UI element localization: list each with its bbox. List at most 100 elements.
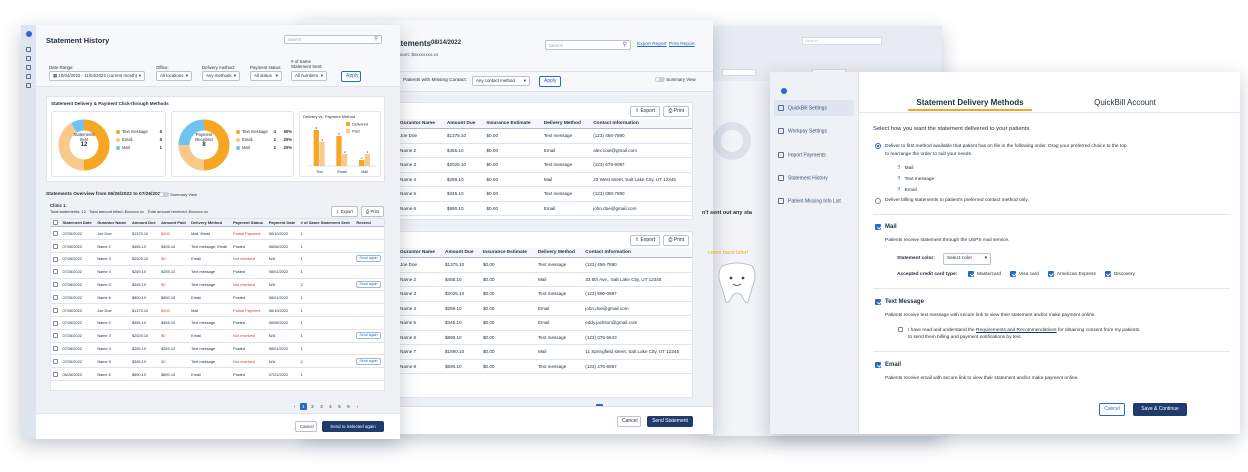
sidebar-item-workpay-settings[interactable]: Workpay Settings [774, 123, 854, 139]
print-report-link[interactable]: Print Report [669, 42, 695, 47]
table-row[interactable]: Joe Doe $1375.10 $0.00 Text message (123) 45… [397, 257, 692, 273]
card-type-option[interactable]: Discovery [1104, 271, 1135, 277]
page-number[interactable]: 6 [345, 403, 352, 410]
table-row[interactable]: 07/26/2022 Name 6 $890.10 $890.10 Email Poste… [51, 290, 384, 305]
drag-handle-icon[interactable]: ⠿ [897, 165, 901, 171]
tab-quickbill-account[interactable]: QuickBill Account [1070, 98, 1180, 107]
send-statement-button[interactable]: Send Statement [647, 416, 693, 427]
card-type-checkbox[interactable] [968, 271, 974, 277]
export-button[interactable]: ⇧ Export [629, 106, 660, 117]
option-first-available[interactable]: Deliver to first method available that p… [875, 143, 1205, 159]
table-row[interactable]: Name 8 $690.10 $0.00 Text message (123) 476-… [397, 359, 692, 374]
send-again-button[interactable]: Send again [356, 332, 381, 340]
row-checkbox[interactable] [53, 371, 58, 377]
order-item[interactable]: ⠿ Text message [897, 174, 934, 185]
print-button[interactable]: ⎙ Print [663, 106, 689, 117]
card-type-option[interactable]: Visa card [1010, 271, 1039, 277]
export-button-2[interactable]: ⇧ Export [629, 235, 660, 246]
table-row[interactable]: 07/26/2022 Name 4 $259.10 $259.10 Text messa… [51, 342, 384, 356]
sidebar-item-import-payments[interactable]: Import Payments [774, 147, 854, 163]
table-row[interactable]: Name 4 $259.10 $0.00 Mail 23 West street, Sa… [397, 172, 692, 187]
date-range-select[interactable]: ▦ 10/04/2022 - 11/04/2022 (current month… [49, 71, 145, 81]
radio-icon[interactable] [875, 198, 881, 204]
row-checkbox[interactable] [53, 333, 58, 339]
sidebar-item-statement-history[interactable]: Statement History [774, 170, 854, 186]
card-type-option[interactable]: American Express [1047, 271, 1096, 277]
select-all-checkbox[interactable] [53, 220, 58, 226]
missing-contact-select[interactable]: Any contact method ▾ [472, 76, 530, 86]
row-checkbox[interactable] [53, 269, 58, 275]
statement-color-select[interactable]: Select color ▾ [943, 253, 991, 265]
sidebar-item-quickbill-settings[interactable]: QuickBill Settings [774, 100, 854, 117]
text-checkbox[interactable] [875, 299, 881, 305]
send-again-button[interactable]: Send again [356, 357, 381, 365]
send-again-button[interactable]: Send again [356, 255, 381, 263]
row-checkbox[interactable] [53, 359, 58, 365]
mail-checkbox[interactable] [875, 224, 881, 230]
table-row[interactable]: 07/26/2022 Joe Doe $1375.10 $200 Mail Partial… [51, 303, 384, 318]
table-row[interactable]: Name 2 $455.10 $0.00 Email alex.cool@gmail.c… [397, 143, 692, 158]
order-item[interactable]: ⠿ Email [897, 185, 934, 196]
email-checkbox[interactable] [875, 362, 881, 368]
option-preferred[interactable]: Deliver billing statements to patient's … [875, 198, 1029, 204]
card-type-checkbox[interactable] [1047, 271, 1054, 277]
requirements-link[interactable]: Requirements and Recommendations [976, 328, 1057, 333]
table-row[interactable]: Name 6 $890.10 $0.00 Email john.doe@gmail.co… [397, 201, 692, 216]
cancel-button[interactable]: Cancel [1099, 403, 1125, 416]
payment-status-select[interactable]: All status ▾ [250, 71, 282, 81]
prev-page-icon[interactable]: ‹ [291, 403, 298, 410]
tab-delivery-methods[interactable]: Statement Delivery Methods [908, 98, 1032, 107]
drag-handle-icon[interactable]: ⠿ [897, 187, 901, 193]
cancel-button[interactable]: Cancel [295, 421, 317, 432]
summary-view-toggle[interactable]: Summary View [655, 77, 696, 83]
order-item[interactable]: ⠿ Mail [897, 163, 934, 174]
delivery-method-select[interactable]: Any methods ▾ [202, 71, 240, 81]
table-row[interactable]: 07/26/2022 Name 2 $455.10 $455.10 Text messa… [51, 316, 384, 330]
table-row[interactable]: Name 2 $455.10 $0.00 Mail 33 5th Ave., Salt … [397, 272, 692, 287]
table-row[interactable]: Name 7 $1890.10 $0.00 Mail 11 Springfield st… [397, 344, 692, 360]
row-checkbox[interactable] [53, 256, 58, 262]
row-checkbox[interactable] [53, 231, 58, 237]
page-number[interactable]: 1 [300, 403, 307, 410]
table-row[interactable]: 07/26/2022 Name 3 $2025.10 $0 Email Not recei… [51, 252, 384, 266]
nav-icon-3[interactable] [26, 65, 31, 70]
nav-icon-1[interactable] [26, 47, 31, 52]
page-number[interactable]: 2 [309, 403, 316, 410]
save-continue-button[interactable]: Save & Continue [1133, 403, 1187, 416]
table-row[interactable]: Name 5 $345.10 $0.00 Email eddy.jackson@gmai… [397, 315, 692, 331]
office-select[interactable]: All locations ▾ [156, 71, 192, 81]
page-number[interactable]: 4 [327, 403, 334, 410]
row-checkbox[interactable] [53, 307, 58, 313]
send-again-button[interactable]: Send again [356, 281, 381, 289]
cancel-button[interactable]: Cancel [617, 416, 641, 427]
card-type-checkbox[interactable] [1010, 271, 1016, 277]
table-row[interactable]: 07/26/2022 Name 2 $455.10 $455.10 Text messa… [51, 239, 384, 254]
send-selected-button[interactable]: Send to Selected again [322, 421, 384, 432]
row-checkbox[interactable] [53, 320, 58, 326]
table-row[interactable]: 07/26/2022 Name 3 $2025.10 $0 Email Not recei… [51, 329, 384, 343]
table-row[interactable]: Name 3 $2025.10 $0.00 Text message (123) 678… [397, 157, 692, 173]
table-row[interactable]: 06/26/2022 Name 6 $890.10 $890.10 Email Poste… [51, 367, 384, 381]
search-input[interactable]: Search ⚲ [545, 40, 631, 50]
print-button[interactable]: ⎙ Print [361, 206, 385, 217]
table-row[interactable]: Name 4 $259.10 $0.00 Email john.doe@gmail.co… [397, 301, 692, 316]
summary-view-toggle[interactable]: Summary View [159, 192, 197, 198]
page-number[interactable]: 5 [336, 403, 343, 410]
row-checkbox[interactable] [53, 243, 58, 249]
table-row[interactable]: Name 5 $345.10 $0.00 Text message (123) 098-… [397, 186, 692, 202]
page-number[interactable]: 3 [318, 403, 325, 410]
export-button[interactable]: ⇧ Export [331, 206, 358, 217]
print-button-2[interactable]: ⎙ Print [663, 235, 689, 246]
card-type-option[interactable]: Mastercard [968, 271, 1001, 277]
table-row[interactable]: 07/26/2022 Name 5 $345.10 $0 Text message Not… [51, 278, 384, 292]
consent-checkbox[interactable] [898, 327, 903, 332]
table-row[interactable]: Joe Doe $1375.10 $0.00 Text message (123) 45… [397, 128, 692, 144]
row-checkbox[interactable] [53, 295, 58, 301]
row-checkbox[interactable] [53, 282, 58, 288]
apply-button[interactable]: Apply [341, 71, 361, 82]
row-checkbox[interactable] [53, 346, 58, 352]
table-row[interactable]: 07/26/2022 Joe Doe $1375.10 $200 Mail, Email… [51, 226, 384, 241]
table-row[interactable]: Name 3 $2025.10 $0.00 Text message (123) 890… [397, 286, 692, 302]
card-type-checkbox[interactable] [1104, 271, 1111, 277]
nav-icon-5[interactable] [26, 83, 31, 88]
